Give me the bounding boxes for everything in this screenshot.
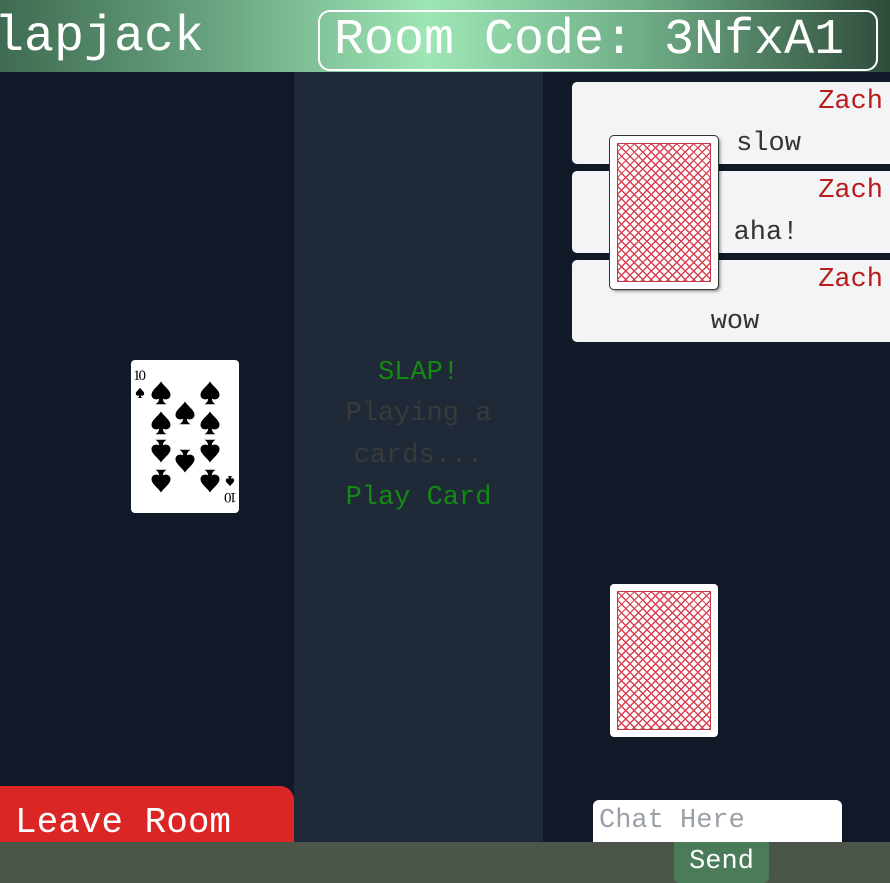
game-title: lapjack — [0, 9, 205, 66]
room-code-badge: Room Code: 3NfxA1 — [318, 10, 878, 71]
game-screen: lapjack Room Code: 3NfxA1 10 10 SLAP! Pl… — [0, 0, 890, 883]
send-button[interactable]: Send — [674, 842, 769, 883]
chat-message-author: Zach — [818, 87, 883, 117]
card-rank-top: 10 — [133, 368, 146, 384]
status-text: Playing a cards... — [345, 399, 492, 471]
opponent-card-back — [610, 136, 718, 289]
played-card-ten-of-spades: 10 10 — [131, 360, 239, 513]
card-back-pattern — [617, 143, 711, 282]
chat-message-author: Zach — [818, 176, 883, 206]
chat-message-author: Zach — [818, 265, 883, 295]
chat-message-text: wow — [710, 307, 760, 337]
card-face-graphic: 10 10 — [133, 368, 238, 505]
leave-room-label: Leave Room — [15, 802, 232, 843]
player-deck-card-back[interactable] — [610, 584, 718, 737]
card-rank-bottom: 10 — [225, 489, 238, 505]
play-card-button[interactable]: Play Card — [294, 477, 543, 519]
leave-room-button[interactable]: Leave Room — [0, 786, 294, 843]
card-back-pattern — [617, 591, 711, 730]
slap-button[interactable]: SLAP! — [294, 352, 543, 394]
header-bar: lapjack Room Code: 3NfxA1 — [0, 0, 890, 72]
chat-input[interactable] — [593, 800, 842, 842]
